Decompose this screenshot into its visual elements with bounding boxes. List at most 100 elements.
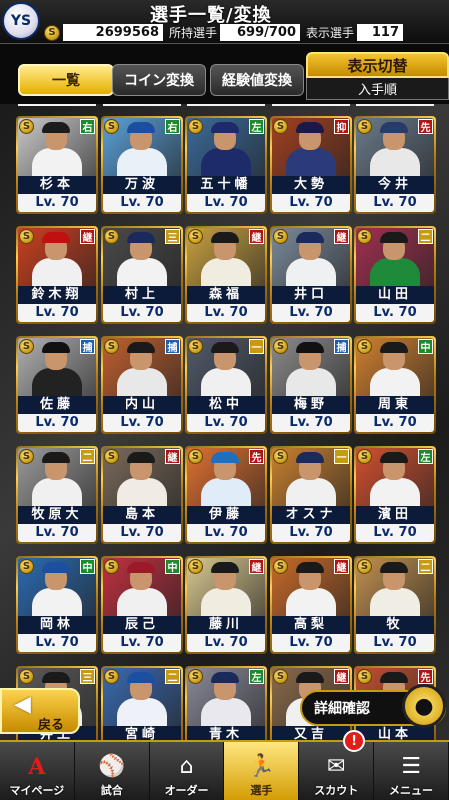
nav-order[interactable]: ⌂ オーダー [149, 742, 225, 800]
player-card[interactable]: S 一オスナ Lv. 70 [270, 446, 352, 544]
player-card[interactable]: S 継島本 Lv. 70 [101, 446, 183, 544]
player-card[interactable]: S 継井口 Lv. 70 [270, 226, 352, 324]
player-card[interactable]: S 継高梨 Lv. 70 [270, 556, 352, 654]
position-badge: 二 [165, 669, 180, 684]
nav-mypage[interactable]: A マイページ [0, 742, 75, 800]
card-frame: S 捕梅野 Lv. 70 [272, 338, 350, 432]
player-card[interactable]: S 一松中 Lv. 70 [185, 336, 267, 434]
player-card[interactable]: S 左五十幡 Lv. 70 [185, 116, 267, 214]
player-level: Lv. 70 [356, 634, 434, 652]
player-level: Lv. 70 [272, 414, 350, 432]
player-name: 濱田 [356, 506, 434, 524]
player-card[interactable]: S左青木Lv. 70 [185, 666, 267, 744]
player-name: 鈴木翔 [18, 286, 96, 304]
back-button[interactable]: ◀ 戻る [0, 688, 80, 734]
coin-rank-icon: S [19, 119, 34, 134]
coin-rank-icon: S [357, 339, 372, 354]
player-card[interactable]: S 捕佐藤 Lv. 70 [16, 336, 98, 434]
position-badge: 継 [249, 229, 264, 244]
sort-current-value: 入手順 [306, 78, 449, 100]
player-name: 万波 [103, 176, 181, 194]
nav-scout[interactable]: ✉ スカウト! [299, 730, 375, 800]
back-button-label: 戻る [38, 718, 65, 733]
nav-label: 試合 [100, 784, 123, 797]
position-badge: 中 [80, 559, 95, 574]
coin-rank-icon: S [188, 559, 203, 574]
player-card[interactable]: S 捕内山 Lv. 70 [101, 336, 183, 434]
displayed-players-label: 表示選手 [306, 26, 355, 40]
coin-rank-icon: S [188, 449, 203, 464]
partial-level-plate: Lv. 70 [272, 104, 350, 106]
player-cap [42, 672, 70, 683]
player-card[interactable]: S 継藤川 Lv. 70 [185, 556, 267, 654]
coin-rank-icon: S [357, 669, 372, 684]
player-card[interactable]: S二宮崎Lv. 70 [101, 666, 183, 744]
card-frame: S 継高梨 Lv. 70 [272, 558, 350, 652]
player-cap [211, 452, 239, 463]
position-badge: 三 [80, 669, 95, 684]
player-card-grid[interactable]: Lv. 70Lv. 70Lv. 70Lv. 70Lv. 70S右杉本Lv. 70… [0, 104, 449, 744]
nav-menu[interactable]: ☰ メニュー [374, 742, 449, 800]
tab-coin-convert[interactable]: コイン変換 [112, 64, 206, 96]
player-name: 今井 [356, 176, 434, 194]
position-badge: 先 [418, 119, 433, 134]
player-card[interactable]: S 先伊藤 Lv. 70 [185, 446, 267, 544]
player-cap [296, 122, 324, 133]
position-badge: 抑 [334, 119, 349, 134]
player-uniform [117, 588, 167, 618]
coin-rank-icon: S [19, 669, 34, 684]
detail-confirm-button[interactable]: 詳細確認 ● [300, 684, 446, 728]
player-cap [127, 342, 155, 353]
position-badge: 右 [80, 119, 95, 134]
player-card[interactable]: S 左濱田 Lv. 70 [354, 446, 436, 544]
player-card[interactable]: S 中辰己 Lv. 70 [101, 556, 183, 654]
tab-list[interactable]: 一覧 [18, 64, 114, 96]
player-card[interactable]: S 右杉本 Lv. 70 [16, 116, 98, 214]
owned-players-label: 所持選手 [169, 26, 218, 40]
partial-level-plate: Lv. 70 [356, 104, 434, 106]
player-name: 伊藤 [187, 506, 265, 524]
player-card[interactable]: S 二山田 Lv. 70 [354, 226, 436, 324]
position-badge: 継 [249, 559, 264, 574]
player-card[interactable]: S 継鈴木翔 Lv. 70 [16, 226, 98, 324]
player-card[interactable]: S 継森福 Lv. 70 [185, 226, 267, 324]
player-card[interactable]: S 先今井 Lv. 70 [354, 116, 436, 214]
player-card[interactable]: S 二牧原大 Lv. 70 [16, 446, 98, 544]
coin-rank-icon: S [273, 339, 288, 354]
player-uniform [201, 588, 251, 618]
sort-toggle-button[interactable]: 表示切替 入手順 [306, 52, 449, 102]
player-cap [296, 672, 324, 683]
player-card[interactable]: S 二牧 Lv. 70 [354, 556, 436, 654]
position-badge: 継 [165, 449, 180, 464]
card-frame: S 中岡林 Lv. 70 [18, 558, 96, 652]
coin-rank-icon: S [357, 449, 372, 464]
player-cap [296, 342, 324, 353]
nav-match[interactable]: ⚾ 試合 [74, 742, 150, 800]
player-name: 松中 [187, 396, 265, 414]
player-card[interactable]: S 中岡林 Lv. 70 [16, 556, 98, 654]
mypage-icon: A [28, 754, 46, 780]
nav-players[interactable]: 🏃 選手 [224, 742, 300, 800]
card-frame: S 継藤川 Lv. 70 [187, 558, 265, 652]
position-badge: 捕 [165, 339, 180, 354]
players-icon: 🏃 [247, 754, 276, 779]
player-uniform [201, 698, 251, 728]
player-level: Lv. 70 [18, 524, 96, 542]
player-card[interactable]: S 右万波 Lv. 70 [101, 116, 183, 214]
player-name: 五十幡 [187, 176, 265, 194]
player-cap [127, 452, 155, 463]
card-frame: S 継森福 Lv. 70 [187, 228, 265, 322]
match-icon: ⚾ [98, 754, 126, 779]
position-badge: 継 [334, 229, 349, 244]
player-cap [380, 562, 408, 573]
tab-exp-convert[interactable]: 経験値変換 [210, 64, 304, 96]
player-card[interactable]: S 中周東 Lv. 70 [354, 336, 436, 434]
position-badge: 二 [418, 229, 433, 244]
coin-rank-icon: S [188, 229, 203, 244]
player-cap [211, 232, 239, 243]
player-uniform [370, 368, 420, 398]
player-card[interactable]: S 捕梅野 Lv. 70 [270, 336, 352, 434]
player-card[interactable]: S 抑大勢 Lv. 70 [270, 116, 352, 214]
player-card[interactable]: S 三村上 Lv. 70 [101, 226, 183, 324]
player-uniform [286, 588, 336, 618]
